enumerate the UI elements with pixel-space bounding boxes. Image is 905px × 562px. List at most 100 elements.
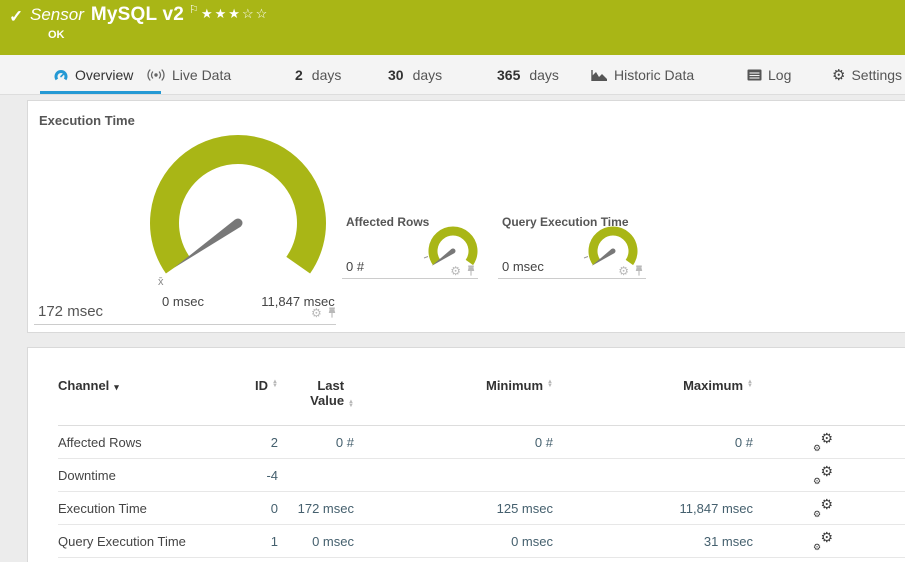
channel-header-label: Channel xyxy=(58,378,110,393)
column-header-maximum[interactable]: Maximum ▲ ▼ xyxy=(553,378,753,393)
area-chart-icon xyxy=(591,69,607,81)
channel-id: -4 xyxy=(266,467,278,483)
affected-rows-divider xyxy=(342,278,478,279)
tab-live-data-label: Live Data xyxy=(172,67,232,83)
column-header-last-value[interactable]: Last Value ▲ ▼ xyxy=(278,378,354,409)
execution-time-gauge: x̄ xyxy=(150,135,326,288)
tab-30-days[interactable]: 30 days xyxy=(388,55,442,95)
sensor-title-row: Sensor MySQL v2 ⚐ xyxy=(30,4,201,26)
status-check-icon: ✓ xyxy=(9,7,24,26)
channel-settings-icon[interactable]: ⚙ ⚙ xyxy=(813,464,833,486)
priority-stars[interactable]: ★★★☆☆ xyxy=(201,6,269,22)
channel-id: 0 xyxy=(270,500,278,516)
gauge-gear-icon[interactable]: ⚙ xyxy=(618,265,629,277)
sort-icon: ▲ ▼ xyxy=(747,379,753,389)
tab-2-days-label: days xyxy=(311,67,342,83)
tab-historic-data[interactable]: Historic Data xyxy=(591,55,694,95)
last-value-header-label: Last Value xyxy=(310,378,345,408)
column-header-minimum[interactable]: Minimum ▲ ▼ xyxy=(354,378,553,393)
channel-minimum: 0 # xyxy=(534,434,553,450)
tab-historic-data-label: Historic Data xyxy=(614,67,695,83)
tab-settings-label: Settings xyxy=(851,67,903,83)
channel-id: 2 xyxy=(270,434,278,450)
live-signal-icon xyxy=(147,69,165,81)
main-gauge-value: 172 msec xyxy=(38,303,104,320)
pin-icon[interactable] xyxy=(634,265,644,277)
tab-log[interactable]: Log xyxy=(747,55,791,95)
sort-desc-icon: ▾ xyxy=(114,382,119,392)
channel-settings-icon[interactable]: ⚙ ⚙ xyxy=(813,530,833,552)
gauge-icon xyxy=(54,69,68,80)
query-execution-divider xyxy=(498,278,646,279)
query-execution-controls: ⚙ xyxy=(618,265,644,277)
status-badge: OK xyxy=(48,29,65,41)
main-gauge-controls: ⚙ xyxy=(311,307,337,319)
column-header-channel[interactable]: Channel ▾ xyxy=(58,378,226,393)
stars-empty: ☆☆ xyxy=(241,6,270,21)
tab-bar: Overview Live Data 2 days 30 days 365 da… xyxy=(0,55,905,95)
average-marker: x̄ xyxy=(158,276,164,288)
maximum-header-label: Maximum xyxy=(683,378,744,393)
minimum-header-label: Minimum xyxy=(485,378,544,393)
pin-icon[interactable] xyxy=(466,265,476,277)
tab-overview[interactable]: Overview xyxy=(53,55,133,95)
channel-maximum: 11,847 msec xyxy=(679,500,753,516)
main-gauge-divider xyxy=(34,324,336,325)
table-row-execution-time[interactable]: Execution Time 0 172 msec 125 msec 11,84… xyxy=(58,492,905,525)
tab-live-data[interactable]: Live Data xyxy=(146,55,231,95)
table-row-affected-rows[interactable]: Affected Rows 2 0 # 0 # 0 # ⚙ ⚙ xyxy=(58,426,905,459)
affected-rows-title: Affected Rows xyxy=(346,215,430,229)
tab-365-days[interactable]: 365 days xyxy=(497,55,559,95)
stars-filled: ★★★ xyxy=(201,6,242,21)
sensor-kind-label: Sensor xyxy=(30,5,84,24)
channel-minimum: 125 msec xyxy=(496,500,553,516)
channel-settings-icon[interactable]: ⚙ ⚙ xyxy=(813,431,833,453)
active-tab-underline xyxy=(40,91,161,94)
affected-rows-controls: ⚙ xyxy=(450,265,476,277)
channel-last-value: 0 # xyxy=(335,434,354,450)
table-header-row: Channel ▾ ID ▲ ▼ Last Value ▲ ▼ Minimum ▲ ▼ … xyxy=(58,378,905,426)
tab-30-days-label: days xyxy=(412,67,443,83)
table-row-downtime[interactable]: Downtime -4 ⚙ ⚙ xyxy=(58,459,905,492)
tab-365-days-label: days xyxy=(529,67,559,83)
channel-name[interactable]: Affected Rows xyxy=(58,435,226,450)
gauges-panel: Execution Time x̄ 0 msec 11,847 msec 172… xyxy=(27,100,905,333)
channel-last-value: 0 msec xyxy=(312,533,354,549)
tab-log-label: Log xyxy=(768,67,792,83)
channel-name[interactable]: Query Execution Time xyxy=(58,534,226,549)
query-execution-panel: Query Execution Time 0 msec ⚙ xyxy=(498,201,646,281)
channels-table-panel: Channel ▾ ID ▲ ▼ Last Value ▲ ▼ Minimum ▲ ▼ … xyxy=(27,347,905,562)
tab-2-days-number: 2 xyxy=(295,67,303,83)
id-header-label: ID xyxy=(255,378,269,393)
flag-icon[interactable]: ⚐ xyxy=(189,3,199,16)
channel-settings-icon[interactable]: ⚙ ⚙ xyxy=(813,497,833,519)
gauge-min-label: 0 msec xyxy=(162,294,204,309)
gauge-gear-icon[interactable]: ⚙ xyxy=(311,307,322,319)
sort-icon: ▲ ▼ xyxy=(348,399,354,409)
settings-gear-icon: ⚙ xyxy=(832,66,846,84)
table-row-query-execution-time[interactable]: Query Execution Time 1 0 msec 0 msec 31 … xyxy=(58,525,905,558)
tab-overview-label: Overview xyxy=(75,67,134,83)
tab-2-days[interactable]: 2 days xyxy=(295,55,341,95)
channel-name[interactable]: Execution Time xyxy=(58,501,226,516)
channel-id: 1 xyxy=(270,533,278,549)
pin-icon[interactable] xyxy=(327,307,337,319)
affected-rows-value: 0 # xyxy=(346,259,365,274)
channel-name[interactable]: Downtime xyxy=(58,468,226,483)
tab-settings[interactable]: ⚙ Settings xyxy=(832,55,902,95)
gauge-gear-icon[interactable]: ⚙ xyxy=(450,265,461,277)
log-list-icon xyxy=(747,69,762,81)
channel-minimum: 0 msec xyxy=(511,533,553,549)
affected-rows-panel: Affected Rows 0 # ⚙ xyxy=(342,201,478,281)
tab-365-days-number: 365 xyxy=(497,67,521,83)
channel-maximum: 31 msec xyxy=(703,533,753,549)
channel-last-value: 172 msec xyxy=(297,500,354,516)
channel-maximum: 0 # xyxy=(734,434,753,450)
channels-table: Channel ▾ ID ▲ ▼ Last Value ▲ ▼ Minimum ▲ ▼ … xyxy=(28,348,905,558)
main-gauge-title: Execution Time xyxy=(39,113,135,128)
sensor-name: MySQL v2 xyxy=(90,4,184,25)
sensor-header: ✓ Sensor MySQL v2 ⚐ ★★★☆☆ OK xyxy=(0,0,905,55)
query-execution-value: 0 msec xyxy=(502,259,544,274)
column-header-id[interactable]: ID ▲ ▼ xyxy=(226,378,278,393)
tab-30-days-number: 30 xyxy=(388,67,404,83)
